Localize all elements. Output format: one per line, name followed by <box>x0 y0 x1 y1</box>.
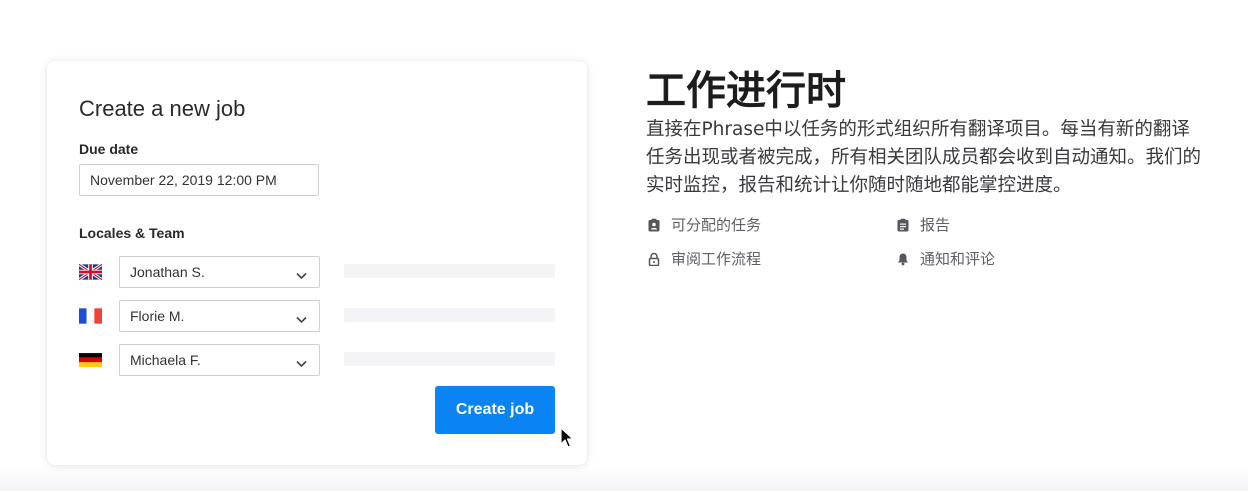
assignee-value: Florie M. <box>130 308 185 324</box>
feature-label: 可分配的任务 <box>671 216 762 234</box>
create-job-button[interactable]: Create job <box>435 386 555 434</box>
feature-item: 审阅工作流程 <box>647 248 761 269</box>
assignment-icon <box>647 218 661 232</box>
france-flag-icon <box>79 308 102 324</box>
feature-label: 审阅工作流程 <box>671 250 762 268</box>
chevron-down-icon <box>296 355 307 373</box>
section-description: 直接在Phrase中以任务的形式组织所有翻译项目。每当有新的翻译任务出现或者被完… <box>646 119 1202 196</box>
assignee-select[interactable]: Michaela F. <box>119 344 320 376</box>
locale-row: Florie M. <box>79 300 555 332</box>
feature-item: 可分配的任务 <box>647 214 761 235</box>
bell-icon <box>896 252 910 266</box>
feature-label: 报告 <box>920 216 951 234</box>
create-job-card: Create a new job Due date Locales & Team… <box>47 61 587 465</box>
page-footer-band <box>0 468 1248 491</box>
due-date-input[interactable] <box>79 164 319 196</box>
assignee-select[interactable]: Florie M. <box>119 300 320 332</box>
locale-row: Michaela F. <box>79 344 555 376</box>
report-icon <box>896 218 910 232</box>
locales-team-label: Locales & Team <box>79 225 185 241</box>
progress-placeholder <box>344 308 555 322</box>
locale-row: Jonathan S. <box>79 256 555 288</box>
assignee-select[interactable]: Jonathan S. <box>119 256 320 288</box>
feature-item: 报告 <box>896 214 950 235</box>
card-title: Create a new job <box>79 96 246 121</box>
feature-label: 通知和评论 <box>920 250 996 268</box>
germany-flag-icon <box>79 352 102 368</box>
assignee-value: Jonathan S. <box>130 264 205 280</box>
due-date-label: Due date <box>79 141 139 157</box>
chevron-down-icon <box>296 267 307 285</box>
progress-placeholder <box>344 264 555 278</box>
mouse-cursor-icon <box>560 427 574 454</box>
feature-item: 通知和评论 <box>896 248 995 269</box>
lock-icon <box>647 252 661 266</box>
chevron-down-icon <box>296 311 307 329</box>
uk-flag-icon <box>79 264 102 280</box>
section-heading: 工作进行时 <box>646 68 846 114</box>
assignee-value: Michaela F. <box>130 352 201 368</box>
progress-placeholder <box>344 352 555 366</box>
